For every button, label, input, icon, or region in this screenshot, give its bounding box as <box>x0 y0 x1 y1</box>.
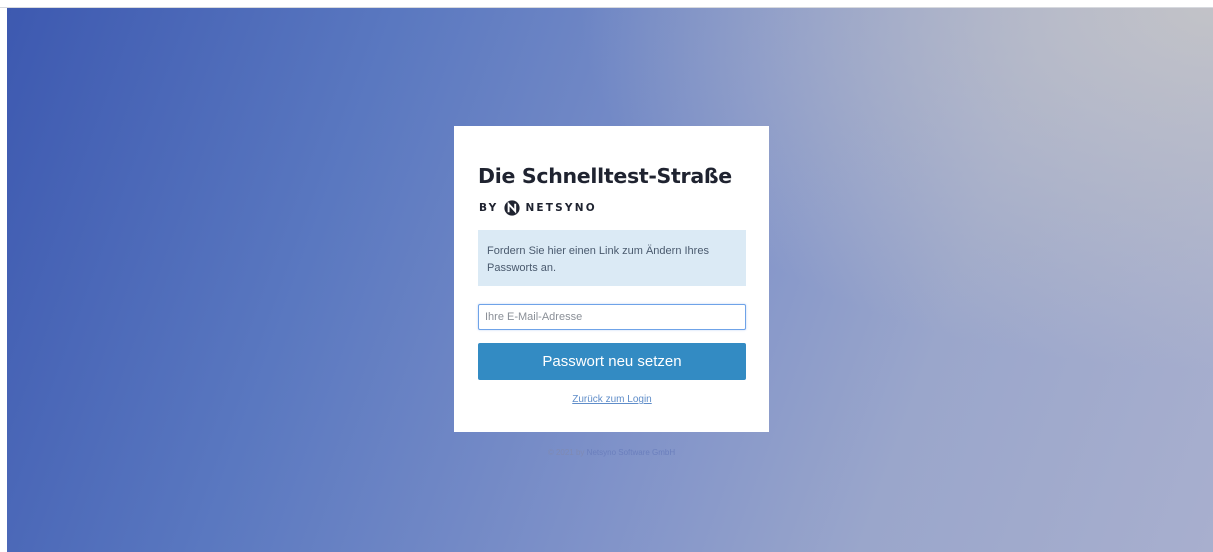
footer: © 2021 by Netsyno Software GmbH <box>454 448 769 457</box>
netsyno-logo-icon <box>504 200 521 216</box>
info-message: Fordern Sie hier einen Link zum Ändern I… <box>478 230 746 286</box>
brand-byline: BY NETSYNO <box>479 200 597 216</box>
browser-top-border <box>0 0 1213 8</box>
footer-copyright: © 2021 by <box>547 448 585 457</box>
footer-company-link[interactable]: Netsyno Software GmbH <box>587 448 675 457</box>
reset-password-button[interactable]: Passwort neu setzen <box>478 343 746 380</box>
left-margin <box>0 8 7 552</box>
brand-company-name: NETSYNO <box>525 202 597 214</box>
email-input[interactable] <box>478 304 746 330</box>
back-to-login-link[interactable]: Zurück zum Login <box>478 394 746 405</box>
brand-by-label: BY <box>479 202 499 214</box>
reset-password-card: Die Schnelltest-Straße BY NETSYNO Forder… <box>454 126 769 432</box>
brand-title: Die Schnelltest-Straße <box>478 164 732 188</box>
